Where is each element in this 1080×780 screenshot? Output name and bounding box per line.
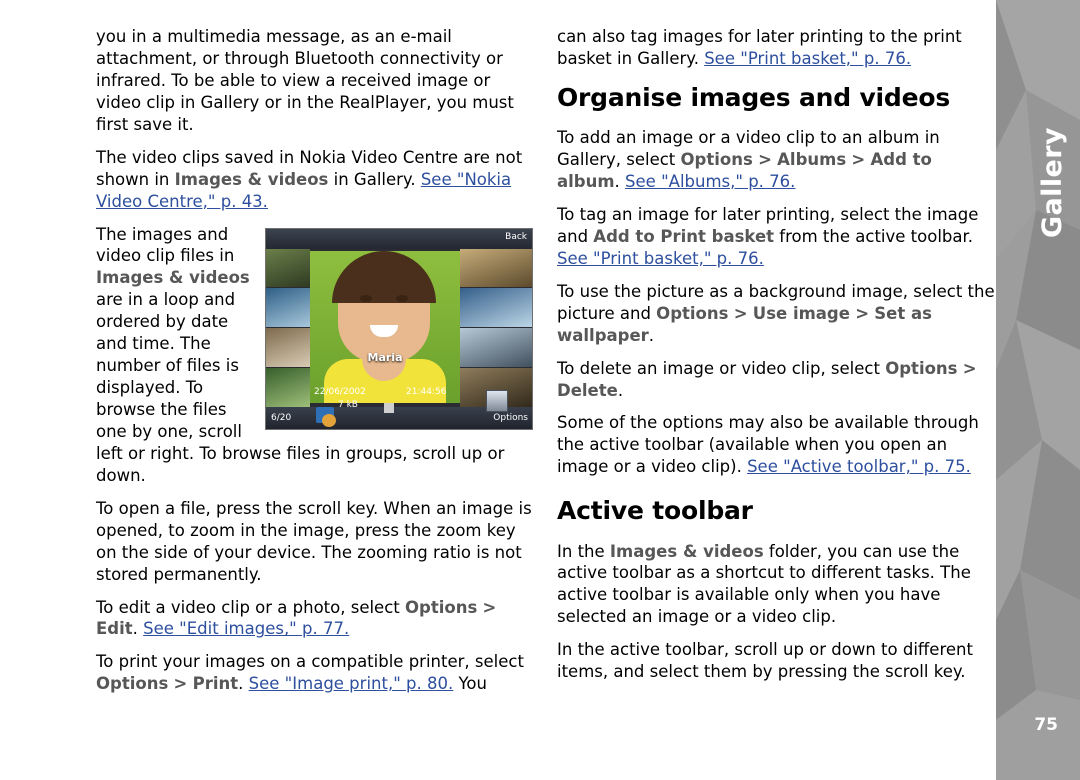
- cross-reference-link-image-print[interactable]: See "Image print," p. 80.: [249, 674, 454, 693]
- ui-label-images-videos: Images & videos: [174, 169, 329, 189]
- cross-reference-link-print-basket[interactable]: See "Print basket," p. 76.: [704, 49, 911, 68]
- chapter-title: Gallery: [1037, 127, 1068, 238]
- menu-separator-arrow: >: [173, 674, 188, 694]
- ui-label-use-image: Use image: [752, 303, 850, 323]
- thumbnail-tile: [460, 248, 532, 288]
- ui-label-images-videos: Images & videos: [96, 268, 250, 288]
- thumbnail-tile: [460, 288, 532, 327]
- paragraph-text: In the active toolbar, scroll up or down…: [557, 640, 973, 682]
- right-text-column: can also tag images for later printing t…: [557, 26, 997, 694]
- thumbnail-tile: [266, 248, 310, 288]
- menu-separator-arrow: >: [733, 303, 748, 323]
- paragraph-active-toolbar-options: Some of the options may also be availabl…: [557, 412, 997, 478]
- paragraph-video-centre: The video clips saved in Nokia Video Cen…: [96, 147, 533, 213]
- phone-screenshot-image: Maria Back Options 6/20 22/06/2002 21:44…: [265, 227, 533, 430]
- paragraph-print: To print your images on a compatible pri…: [96, 651, 533, 695]
- share-icon: [322, 413, 336, 427]
- ui-label-albums: Albums: [777, 150, 847, 170]
- ui-label-images-videos: Images & videos: [609, 541, 764, 561]
- figure-gallery-screenshot: Maria Back Options 6/20 22/06/2002 21:44…: [265, 227, 533, 430]
- ui-label-options: Options: [405, 597, 478, 617]
- thumbnail-tile: [266, 328, 310, 367]
- text-run: in Gallery.: [328, 169, 421, 189]
- text-run: .: [238, 674, 249, 694]
- cross-reference-link-active-toolbar[interactable]: See "Active toolbar," p. 75.: [747, 457, 971, 476]
- image-time-label: 21:44:56: [406, 386, 447, 397]
- screenshot-top-bar: [266, 228, 532, 249]
- thumbnail-tile: [266, 367, 310, 407]
- text-run: You: [453, 674, 487, 694]
- back-softkey-label: Back: [505, 231, 527, 242]
- text-run: To print your images on a compatible pri…: [96, 652, 524, 672]
- image-name-label: Maria: [367, 350, 403, 364]
- ui-label-options: Options: [680, 150, 753, 170]
- text-run: from the active toolbar.: [774, 226, 973, 246]
- thumbnail-tile: [266, 288, 310, 327]
- print-basket-icon: [384, 402, 394, 413]
- thumbnail-tile: [460, 328, 532, 367]
- image-date-label: 22/06/2002: [314, 386, 366, 397]
- thumbnail-strip-left: [266, 248, 310, 407]
- ui-label-edit: Edit: [96, 619, 133, 639]
- paragraph-active-toolbar-scroll: In the active toolbar, scroll up or down…: [557, 639, 997, 683]
- text-run: .: [648, 325, 655, 345]
- heading-active-toolbar: Active toolbar: [557, 496, 753, 526]
- ui-label-options: Options: [656, 303, 729, 323]
- menu-separator-arrow: >: [962, 358, 977, 378]
- thumbnail-strip-right: [460, 248, 532, 407]
- image-counter-label: 6/20: [271, 412, 292, 423]
- cross-reference-link-albums[interactable]: See "Albums," p. 76.: [625, 172, 795, 191]
- text-run: .: [614, 172, 626, 191]
- paragraph-text: you in a multimedia message, as an e-mai…: [96, 27, 514, 134]
- text-run: To edit a video clip or a photo, select: [96, 597, 405, 617]
- text-run: To delete an image or video clip, select: [557, 358, 886, 378]
- page-number: 75: [1034, 715, 1058, 735]
- cross-reference-link-print-basket[interactable]: See "Print basket," p. 76.: [557, 249, 764, 268]
- ui-label-options: Options: [96, 674, 169, 694]
- paragraph-add-to-album: To add an image or a video clip to an al…: [557, 127, 997, 193]
- menu-separator-arrow: >: [758, 150, 772, 170]
- chapter-side-band: Gallery 75: [996, 0, 1080, 780]
- left-text-column: you in a multimedia message, as an e-mai…: [96, 26, 533, 706]
- ui-label-delete: Delete: [557, 380, 618, 400]
- paragraph-set-as-wallpaper: To use the picture as a background image…: [557, 281, 997, 347]
- image-size-label: 7 kB: [338, 399, 358, 410]
- text-run: .: [617, 380, 624, 400]
- menu-separator-arrow: >: [482, 597, 497, 617]
- paragraph-edit: To edit a video clip or a photo, select …: [96, 597, 533, 641]
- options-softkey-label: Options: [493, 412, 528, 423]
- paragraph-text: To open a file, press the scroll key. Wh…: [96, 498, 532, 584]
- ui-label-add-to-print-basket: Add to Print basket: [593, 226, 775, 246]
- paragraph-print-basket-continued: can also tag images for later printing t…: [557, 26, 997, 70]
- ui-label-print: Print: [192, 674, 239, 694]
- text-run: .: [132, 619, 144, 639]
- paragraph-active-toolbar-intro: In the Images & videos folder, you can u…: [557, 541, 997, 629]
- menu-separator-arrow: >: [851, 150, 866, 170]
- selected-image-preview: [310, 250, 460, 403]
- text-run: The images and video clip files in: [96, 224, 235, 266]
- active-toolbar-icon-group: [486, 389, 508, 412]
- paragraph-delete: To delete an image or video clip, select…: [557, 358, 997, 402]
- menu-separator-arrow: >: [855, 303, 870, 323]
- cross-reference-link-edit-images[interactable]: See "Edit images," p. 77.: [143, 619, 349, 638]
- paragraph-open-zoom: To open a file, press the scroll key. Wh…: [96, 498, 533, 586]
- ui-label-options: Options: [885, 358, 958, 378]
- text-run: In the: [557, 541, 610, 561]
- paragraph-tag-for-printing: To tag an image for later printing, sele…: [557, 204, 997, 270]
- paragraph-continued-intro: you in a multimedia message, as an e-mai…: [96, 26, 533, 136]
- heading-organise-images-and-videos: Organise images and videos: [557, 82, 951, 112]
